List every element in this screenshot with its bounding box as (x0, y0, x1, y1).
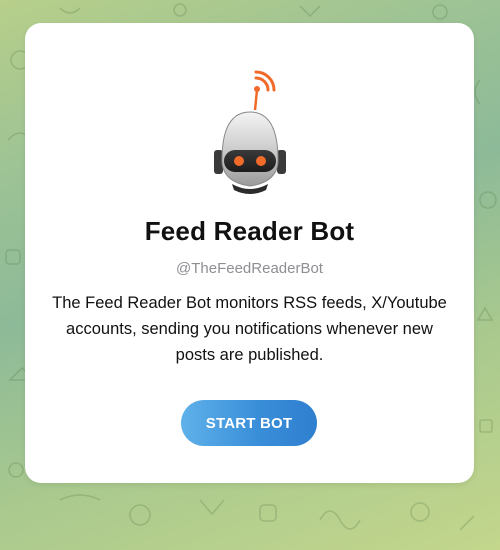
robot-rss-icon (214, 70, 286, 194)
start-bot-button[interactable]: START BOT (181, 400, 317, 446)
bot-name: Feed Reader Bot (144, 216, 355, 246)
bot-username: @TheFeedReaderBot (176, 260, 323, 277)
bot-description: The Feed Reader Bot monitors RSS feeds, … (52, 294, 447, 364)
bot-info-card: Feed Reader Bot @TheFeedReaderBot The Fe… (25, 23, 474, 483)
